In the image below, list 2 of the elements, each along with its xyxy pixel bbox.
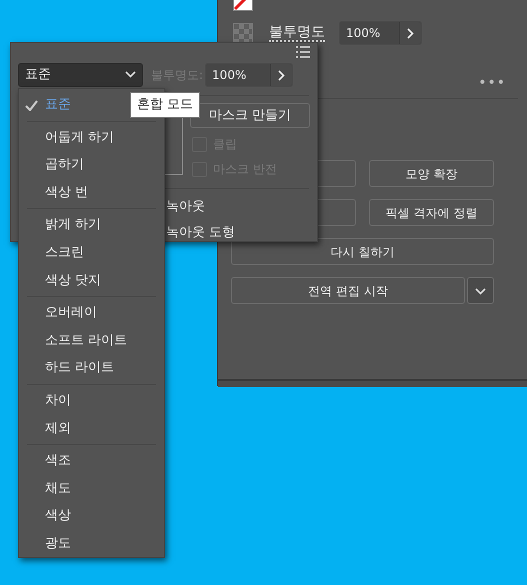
option-label: 녹아웃 (166, 198, 206, 216)
tooltip: 혼합 모드 (130, 92, 200, 118)
